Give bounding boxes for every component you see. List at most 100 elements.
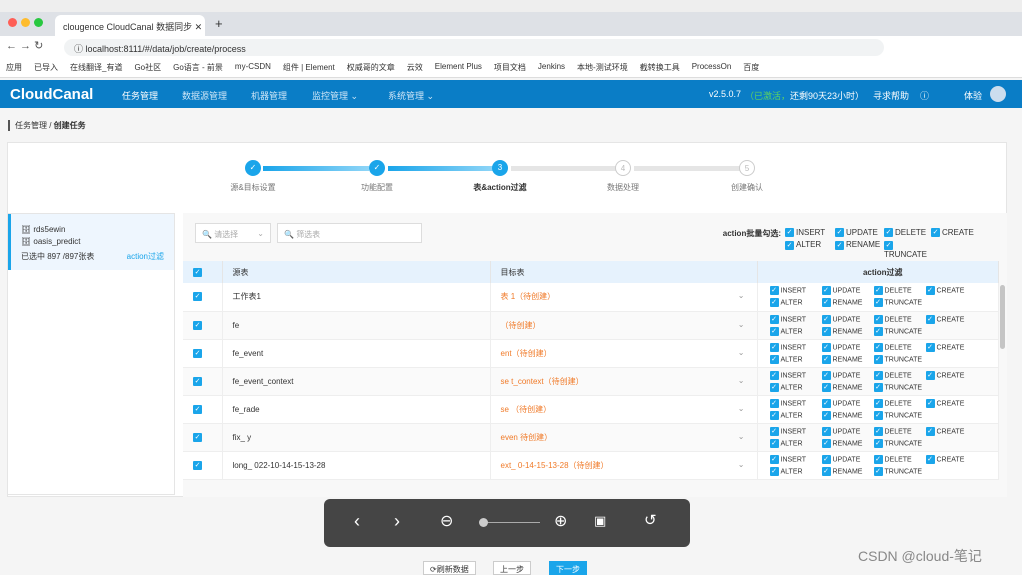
chevron-down-icon[interactable]: ⌄	[738, 432, 745, 441]
bookmark[interactable]: 已导入	[34, 62, 58, 73]
refresh-button[interactable]: ⟳刷新数据	[423, 561, 476, 575]
bulk-checkbox-update[interactable]: ✓ UPDATE	[835, 228, 884, 238]
target-table-select[interactable]: 表 1（待创建） ⌄	[490, 283, 758, 312]
table-row[interactable]: ✓ fe （待创建） ⌄ ✓ INSERT ✓ UPDATE ✓ DELETE ✓ CREATE ✓ AL…	[183, 311, 999, 340]
action-checkbox-alter[interactable]: ✓ ALTER	[769, 354, 822, 364]
row-checkbox[interactable]: ✓	[193, 320, 202, 330]
action-checkbox-insert[interactable]: ✓ INSERT	[769, 342, 822, 352]
zoom-in-icon[interactable]: ⊕	[554, 511, 567, 531]
user-name[interactable]: 体验	[964, 89, 982, 102]
nav-monitor[interactable]: 监控管理 ⌄	[312, 89, 358, 102]
action-checkbox-truncate[interactable]: ✓ TRUNCATE	[873, 438, 926, 448]
prev-step-button[interactable]: 上一步	[493, 561, 531, 575]
action-checkbox-delete[interactable]: ✓ DELETE	[873, 370, 926, 380]
bulk-checkbox-rename[interactable]: ✓ RENAME	[835, 240, 884, 258]
action-checkbox-rename[interactable]: ✓ RENAME	[821, 438, 874, 448]
table-row[interactable]: ✓ fix_ y even 待创建） ⌄ ✓ INSERT ✓ UPDATE ✓ DELETE ✓ C…	[183, 423, 999, 452]
target-table-select[interactable]: even 待创建） ⌄	[490, 423, 758, 452]
target-table-select[interactable]: se t_context（待创建） ⌄	[490, 367, 758, 396]
action-checkbox-alter[interactable]: ✓ ALTER	[769, 438, 822, 448]
action-checkbox-update[interactable]: ✓ UPDATE	[821, 426, 874, 436]
action-checkbox-insert[interactable]: ✓ INSERT	[769, 454, 822, 464]
action-checkbox-create[interactable]: ✓ CREATE	[925, 398, 978, 408]
action-checkbox-alter[interactable]: ✓ ALTER	[769, 382, 822, 392]
sidebar-item[interactable]: 🗄 rds5ewin 🗄 oasis_predict 已选中 897 /897张…	[8, 214, 174, 270]
table-row[interactable]: ✓ fe_rade se （待创建） ⌄ ✓ INSERT ✓ UPDATE ✓ DELETE ✓ C…	[183, 395, 999, 424]
bookmark[interactable]: 本地-测试环境	[577, 62, 628, 73]
table-row[interactable]: ✓ long_ 022-10-14-15-13-28 ext_ 0-14-15-13…	[183, 451, 999, 480]
bookmark[interactable]: 在线翻译_有道	[70, 62, 122, 73]
action-checkbox-alter[interactable]: ✓ ALTER	[769, 410, 822, 420]
action-checkbox-create[interactable]: ✓ CREATE	[925, 426, 978, 436]
action-checkbox-delete[interactable]: ✓ DELETE	[873, 398, 926, 408]
action-checkbox-rename[interactable]: ✓ RENAME	[821, 354, 874, 364]
nav-datasource[interactable]: 数据源管理	[182, 89, 227, 102]
action-checkbox-delete[interactable]: ✓ DELETE	[873, 454, 926, 464]
action-checkbox-delete[interactable]: ✓ DELETE	[873, 314, 926, 324]
table-row[interactable]: ✓ 工作表1 表 1（待创建） ⌄ ✓ INSERT ✓ UPDATE ✓ DELETE ✓ CREA…	[183, 283, 999, 312]
action-checkbox-delete[interactable]: ✓ DELETE	[873, 286, 926, 296]
action-filter-link[interactable]: action过滤	[127, 251, 164, 263]
action-checkbox-rename[interactable]: ✓ RENAME	[821, 466, 874, 476]
target-table-select[interactable]: se （待创建） ⌄	[490, 395, 758, 424]
chevron-down-icon[interactable]: ⌄	[738, 320, 745, 329]
avatar[interactable]	[990, 86, 1006, 102]
breadcrumb-item[interactable]: 任务管理	[15, 121, 47, 130]
row-checkbox[interactable]: ✓	[193, 348, 202, 358]
row-checkbox[interactable]: ✓	[193, 292, 202, 302]
chevron-down-icon[interactable]: ⌄	[738, 460, 745, 469]
action-checkbox-create[interactable]: ✓ CREATE	[925, 454, 978, 464]
action-checkbox-update[interactable]: ✓ UPDATE	[821, 286, 874, 296]
action-checkbox-alter[interactable]: ✓ ALTER	[769, 326, 822, 336]
action-checkbox-delete[interactable]: ✓ DELETE	[873, 342, 926, 352]
row-checkbox[interactable]: ✓	[193, 404, 202, 414]
zoom-slider[interactable]	[479, 518, 540, 527]
bookmark[interactable]: 云效	[407, 62, 423, 73]
action-checkbox-truncate[interactable]: ✓ TRUNCATE	[873, 466, 926, 476]
chevron-down-icon[interactable]: ⌄	[738, 404, 745, 413]
nav-system[interactable]: 系统管理 ⌄	[388, 89, 434, 102]
next-icon[interactable]: ›	[394, 511, 400, 532]
row-checkbox[interactable]: ✓	[193, 376, 202, 386]
nav-machine[interactable]: 机器管理	[251, 89, 287, 102]
action-checkbox-create[interactable]: ✓ CREATE	[925, 286, 978, 296]
actual-size-icon[interactable]: ▣	[594, 513, 606, 529]
table-row[interactable]: ✓ fe_event ent（待创建） ⌄ ✓ INSERT ✓ UPDATE ✓ DELETE ✓…	[183, 339, 999, 368]
nav-buttons[interactable]: ← → ↻	[6, 39, 43, 52]
action-checkbox-truncate[interactable]: ✓ TRUNCATE	[873, 410, 926, 420]
bookmark[interactable]: Jenkins	[538, 62, 565, 73]
action-checkbox-truncate[interactable]: ✓ TRUNCATE	[873, 354, 926, 364]
target-table-select[interactable]: ext_ 0-14-15-13-28（待创建） ⌄	[490, 451, 758, 480]
chevron-down-icon[interactable]: ⌄	[738, 291, 745, 300]
action-checkbox-rename[interactable]: ✓ RENAME	[821, 298, 874, 308]
action-checkbox-update[interactable]: ✓ UPDATE	[821, 314, 874, 324]
rotate-icon[interactable]: ↺	[644, 511, 657, 529]
url-input[interactable]: ⓘ localhost:8111/#/data/job/create/proce…	[64, 39, 884, 56]
bulk-checkbox-create[interactable]: ✓ CREATE	[931, 228, 981, 238]
bulk-checkbox-truncate[interactable]: ✓TRUNCATE	[884, 240, 931, 259]
bulk-checkbox-insert[interactable]: ✓ INSERT	[785, 228, 835, 238]
scrollbar[interactable]	[1000, 285, 1005, 349]
chevron-down-icon[interactable]: ⌄	[738, 376, 745, 385]
new-tab-button[interactable]: +	[215, 16, 223, 31]
bookmark[interactable]: Go社区	[134, 62, 161, 73]
action-checkbox-alter[interactable]: ✓ ALTER	[769, 298, 822, 308]
row-checkbox[interactable]: ✓	[193, 460, 202, 470]
table-filter-input[interactable]: 🔍 筛选表	[277, 223, 422, 243]
browser-tab[interactable]: clougence CloudCanal 数据同步 ✕	[55, 15, 205, 36]
bookmark[interactable]: ProcessOn	[692, 62, 732, 73]
row-checkbox[interactable]: ✓	[193, 432, 202, 442]
help-icon[interactable]: ⓘ	[920, 89, 929, 102]
action-checkbox-create[interactable]: ✓ CREATE	[925, 342, 978, 352]
help-link[interactable]: 寻求帮助	[873, 89, 909, 102]
next-step-button[interactable]: 下一步	[549, 561, 587, 575]
action-checkbox-insert[interactable]: ✓ INSERT	[769, 314, 822, 324]
action-checkbox-insert[interactable]: ✓ INSERT	[769, 286, 822, 296]
bookmark[interactable]: 组件 | Element	[283, 62, 335, 73]
action-checkbox-rename[interactable]: ✓ RENAME	[821, 410, 874, 420]
target-table-select[interactable]: ent（待创建） ⌄	[490, 339, 758, 368]
bookmark[interactable]: 百度	[743, 62, 759, 73]
action-checkbox-truncate[interactable]: ✓ TRUNCATE	[873, 326, 926, 336]
action-checkbox-rename[interactable]: ✓ RENAME	[821, 326, 874, 336]
bookmark[interactable]: 应用	[6, 62, 22, 73]
